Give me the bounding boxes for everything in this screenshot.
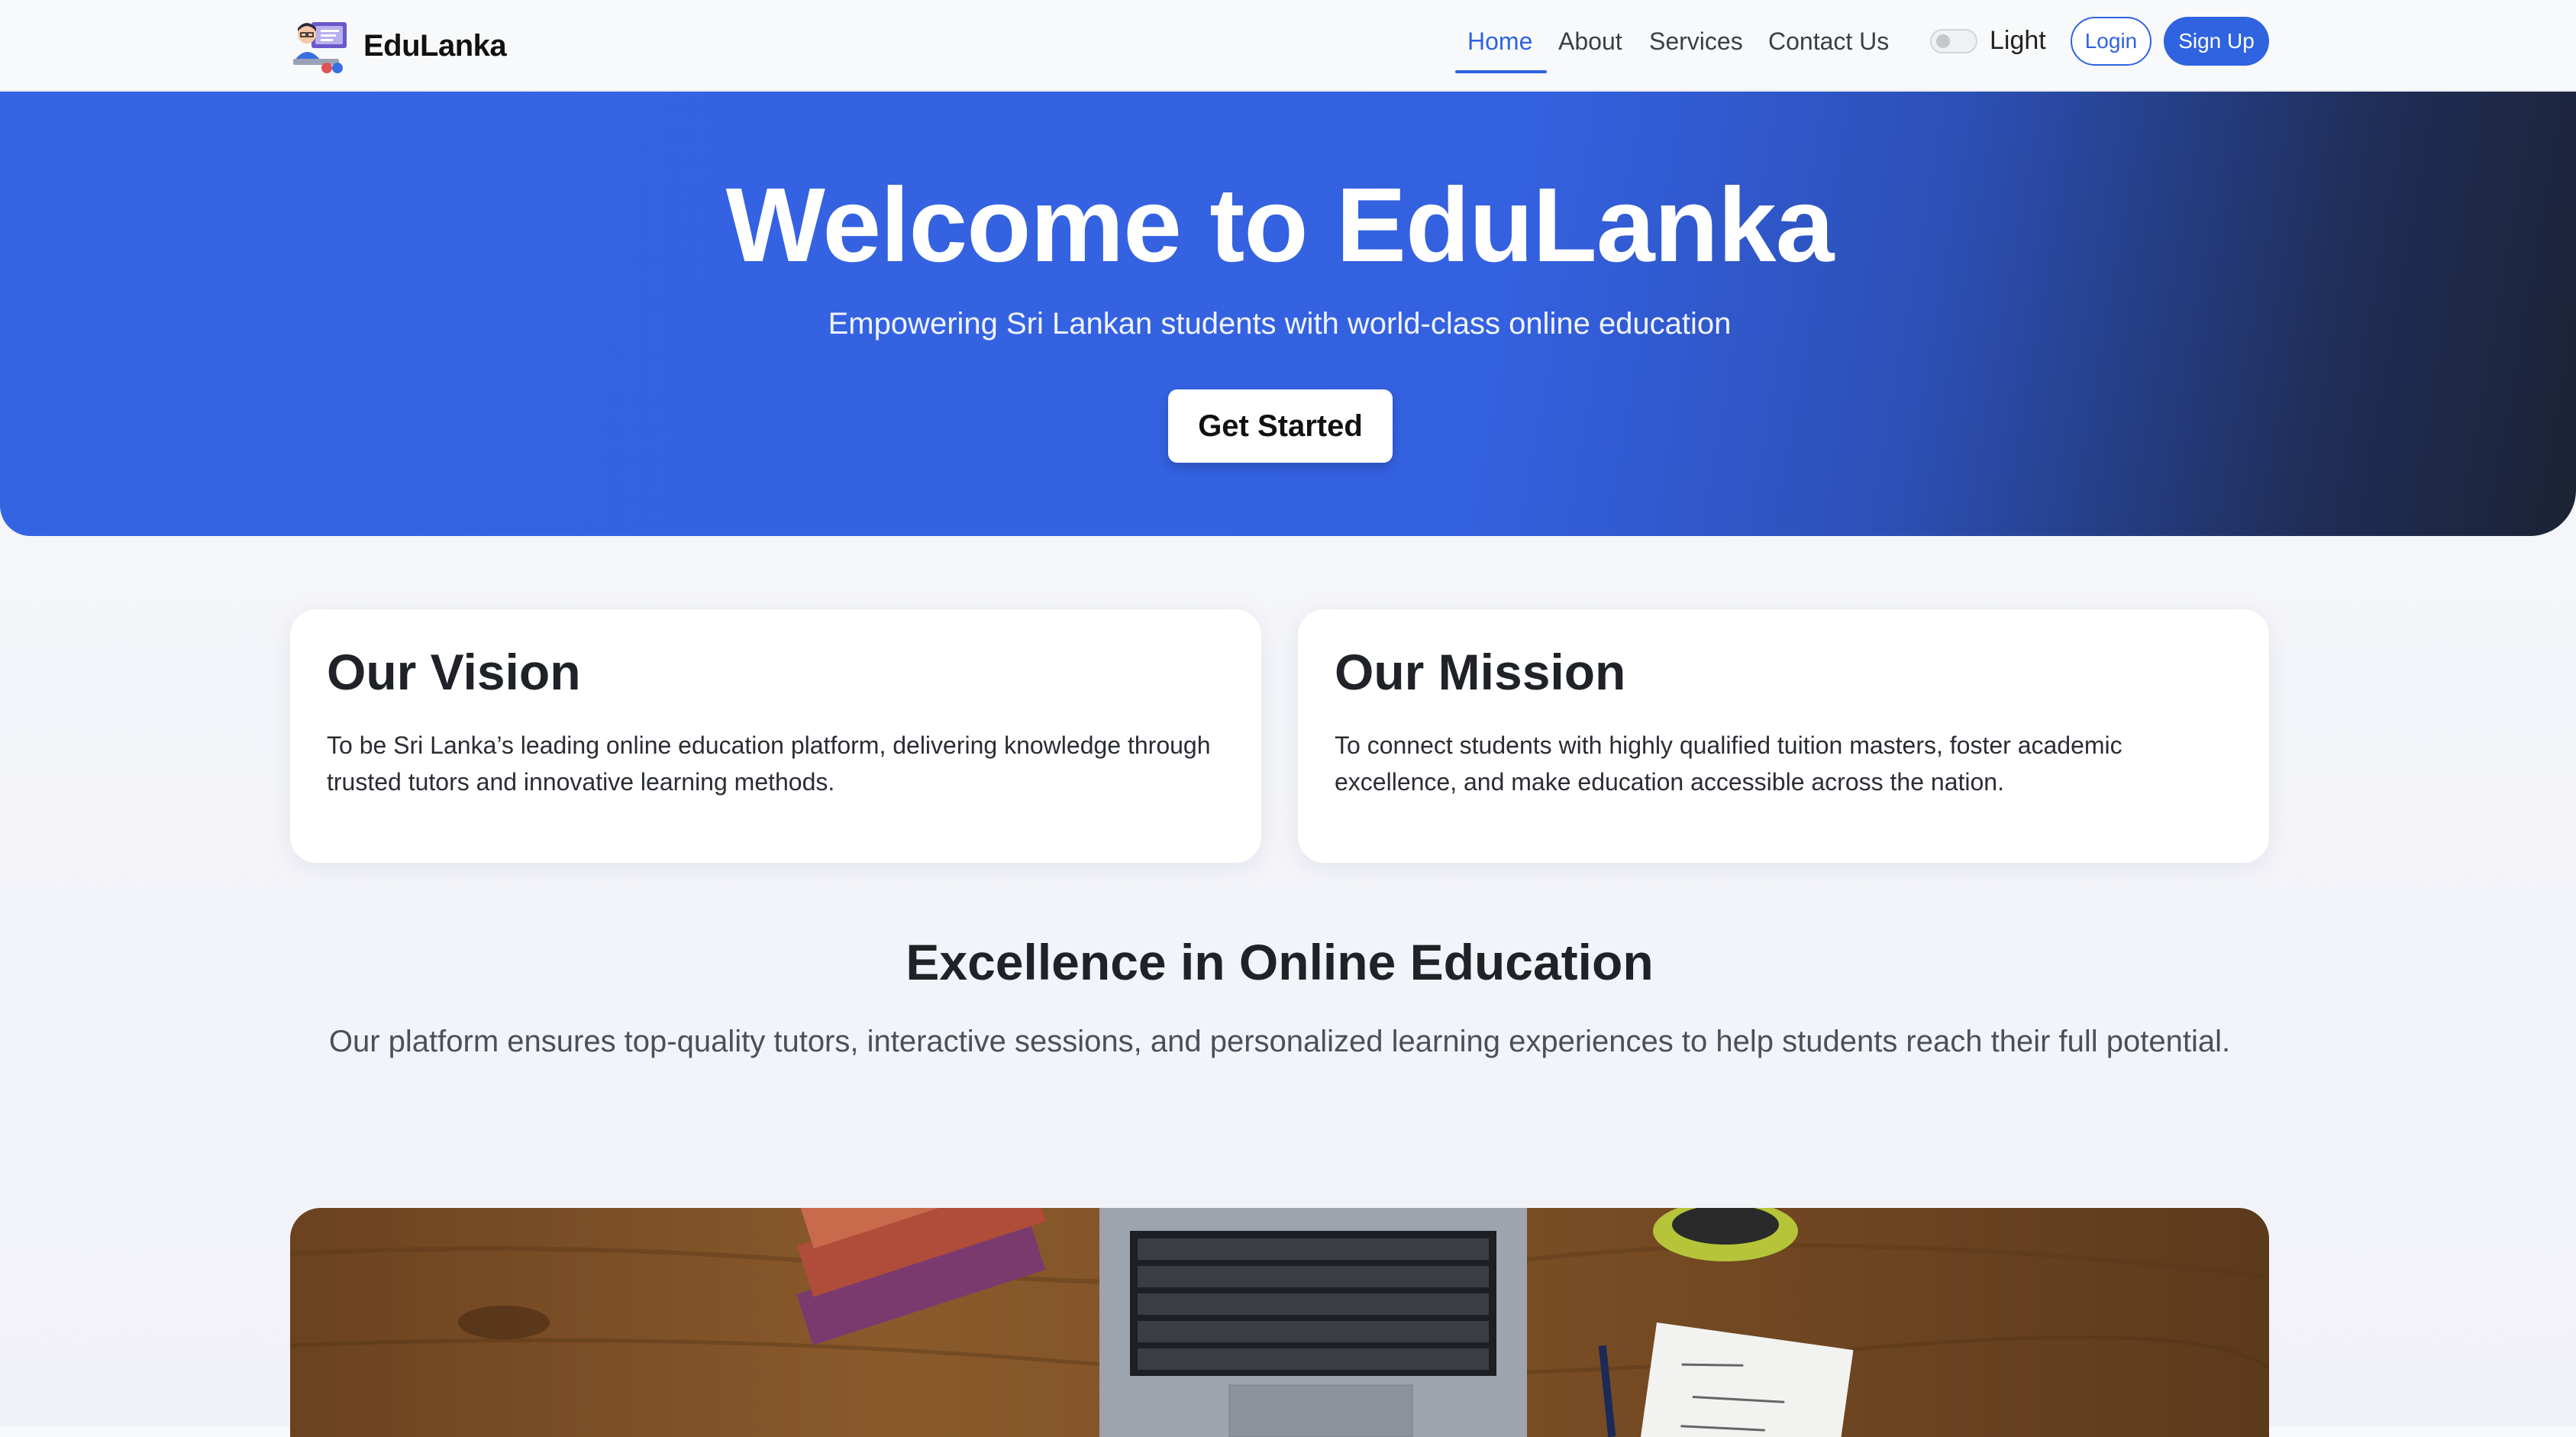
vision-card: Our Vision To be Sri Lanka’s leading onl…	[290, 609, 1261, 863]
hero-subtitle: Empowering Sri Lankan students with worl…	[828, 307, 1732, 341]
vision-text: To be Sri Lanka’s leading online educati…	[327, 731, 1211, 796]
hero-title: Welcome to EduLanka	[725, 166, 1835, 284]
active-nav-indicator	[1455, 70, 1547, 73]
desk-photo-illustration	[290, 1208, 2269, 1437]
excellence-text: Our platform ensures top-quality tutors,…	[328, 1025, 2231, 1058]
signup-button[interactable]: Sign Up	[2164, 17, 2269, 66]
vision-title: Our Vision	[327, 644, 581, 700]
login-button[interactable]: Login	[2071, 17, 2152, 66]
toggle-knob	[1936, 34, 1950, 48]
brand-name: EduLanka	[363, 28, 507, 63]
edulanka-logo-icon	[293, 22, 347, 73]
mission-card: Our Mission To connect students with hig…	[1298, 609, 2269, 863]
nav-link-services[interactable]: Services	[1649, 27, 1743, 56]
nav-link-home[interactable]: Home	[1467, 27, 1532, 56]
get-started-button[interactable]: Get Started	[1168, 389, 1393, 463]
theme-toggle-label: Light	[1990, 26, 2046, 55]
desk-laptop-photo	[290, 1208, 2269, 1437]
mission-text: To connect students with highly qualifie…	[1335, 731, 2122, 796]
brand[interactable]: EduLanka	[290, 11, 507, 81]
hero-banner: Welcome to EduLanka Empowering Sri Lanka…	[0, 92, 2576, 536]
mission-title: Our Mission	[1335, 644, 1626, 700]
excellence-title: Excellence in Online Education	[905, 934, 1654, 990]
theme-toggle-switch[interactable]	[1930, 29, 1977, 53]
nav-link-contact-us[interactable]: Contact Us	[1768, 27, 1889, 56]
top-navbar: EduLanka Home About Services Contact Us …	[0, 0, 2576, 92]
nav-link-about[interactable]: About	[1558, 27, 1622, 56]
